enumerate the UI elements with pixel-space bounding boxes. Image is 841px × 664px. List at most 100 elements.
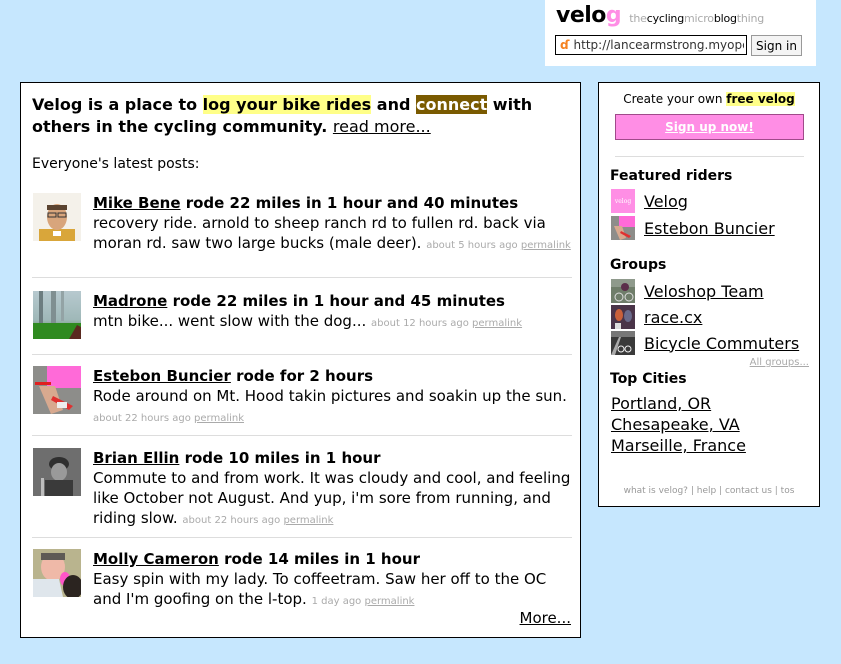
post-time: about 22 hours ago: [182, 515, 281, 526]
post-meta: about 22 hours ago permalink: [93, 413, 244, 424]
footer-link-tos[interactable]: tos: [781, 486, 795, 496]
post-time: 1 day ago: [311, 596, 362, 607]
city-link[interactable]: Portland, OR: [611, 394, 711, 413]
footer-link-what-is-velog[interactable]: what is velog?: [624, 486, 688, 496]
openid-icon: ɗ: [560, 38, 570, 52]
main-panel: Velog is a place to log your bike rides …: [20, 82, 581, 638]
post-user-link[interactable]: Madrone: [93, 292, 167, 310]
logo-main: velo: [556, 3, 606, 28]
intro-part: Velog is a place to: [32, 95, 203, 114]
city-link[interactable]: Chesapeake, VA: [611, 415, 740, 434]
featured-rider-link[interactable]: Estebon Buncier: [644, 219, 775, 238]
post-text: Rode around on Mt. Hood takin pictures a…: [93, 387, 567, 405]
post-body: Mike Bene rode 22 miles in 1 hour and 40…: [93, 193, 573, 256]
post-title: Mike Bene rode 22 miles in 1 hour and 40…: [93, 194, 518, 212]
post-body: Brian Ellin rode 10 miles in 1 hour Comm…: [93, 448, 573, 531]
post-action: rode for 2 hours: [230, 367, 374, 385]
post-action: rode 22 miles in 1 hour and 45 minutes: [167, 292, 505, 310]
tagline-part: the: [629, 12, 647, 25]
group-item[interactable]: race.cx: [611, 305, 702, 329]
post-body: Molly Cameron rode 14 miles in 1 hour Ea…: [93, 549, 573, 612]
post-title: Brian Ellin rode 10 miles in 1 hour: [93, 449, 381, 467]
sign-up-link[interactable]: Sign up now!: [665, 120, 754, 134]
avatar[interactable]: [33, 193, 81, 241]
post-body: Estebon Buncier rode for 2 hours Rode ar…: [93, 366, 573, 429]
post-meta: about 5 hours ago permalink: [426, 240, 571, 251]
rider-thumb: [611, 216, 635, 240]
top-cities-heading: Top Cities: [610, 371, 687, 387]
post-meta: 1 day ago permalink: [312, 596, 415, 607]
permalink[interactable]: permalink: [472, 318, 522, 329]
avatar[interactable]: [33, 366, 81, 414]
post-item: Brian Ellin rode 10 miles in 1 hour Comm…: [32, 448, 572, 538]
group-item[interactable]: Veloshop Team: [611, 279, 764, 303]
featured-riders-heading: Featured riders: [610, 168, 733, 184]
openid-field[interactable]: ɗ: [555, 35, 747, 55]
footer-link-contact[interactable]: contact us: [725, 486, 772, 496]
post-time: about 12 hours ago: [371, 318, 469, 329]
sidebar-footer: what is velog? | help | contact us | tos: [623, 486, 795, 496]
avatar[interactable]: [33, 448, 81, 496]
tagline-part: blog: [713, 12, 737, 25]
intro-highlight-connect: connect: [415, 95, 488, 114]
sign-up-button[interactable]: Sign up now!: [615, 114, 804, 140]
tagline-part: cycling: [646, 12, 684, 25]
intro-part: and: [371, 95, 416, 114]
permalink[interactable]: permalink: [194, 413, 244, 424]
group-link[interactable]: Veloshop Team: [644, 282, 764, 301]
permalink[interactable]: permalink: [283, 515, 333, 526]
create-velog-text: Create your own free velog: [599, 92, 819, 106]
featured-rider-item[interactable]: Estebon Buncier: [611, 216, 775, 240]
all-groups: All groups...: [750, 357, 809, 368]
post-meta: about 22 hours ago permalink: [182, 515, 333, 526]
more-posts-link[interactable]: More...: [520, 609, 572, 627]
post-item: Molly Cameron rode 14 miles in 1 hour Ea…: [32, 549, 572, 615]
post-item: Mike Bene rode 22 miles in 1 hour and 40…: [32, 193, 572, 278]
city-link[interactable]: Marseille, France: [611, 436, 746, 455]
create-text: Create your own: [623, 92, 727, 106]
featured-rider-item[interactable]: velog Velog: [611, 189, 688, 213]
post-user-link[interactable]: Brian Ellin: [93, 449, 179, 467]
thumb-text: velog: [614, 198, 631, 205]
group-link[interactable]: race.cx: [644, 308, 702, 327]
post-user-link[interactable]: Mike Bene: [93, 194, 181, 212]
site-header: velog thecyclingmicroblogthing ɗ Sign in: [545, 0, 816, 66]
group-thumb: [611, 331, 635, 355]
permalink[interactable]: permalink: [364, 596, 414, 607]
read-more-link[interactable]: read more...: [333, 117, 431, 136]
permalink[interactable]: permalink: [521, 240, 571, 251]
post-action: rode 10 miles in 1 hour: [179, 449, 381, 467]
intro-highlight-log: log your bike rides: [202, 95, 372, 114]
tagline-part: thing: [736, 12, 765, 25]
post-title: Molly Cameron rode 14 miles in 1 hour: [93, 550, 420, 568]
sign-in-button[interactable]: Sign in: [751, 35, 802, 56]
post-title: Estebon Buncier rode for 2 hours: [93, 367, 373, 385]
brand: velog thecyclingmicroblogthing: [556, 3, 764, 28]
all-groups-link[interactable]: All groups...: [750, 357, 809, 368]
create-highlight: free velog: [726, 92, 795, 106]
post-item: Madrone rode 22 miles in 1 hour and 45 m…: [32, 291, 572, 355]
post-title: Madrone rode 22 miles in 1 hour and 45 m…: [93, 292, 505, 310]
group-link[interactable]: Bicycle Commuters: [644, 334, 799, 353]
post-body: Madrone rode 22 miles in 1 hour and 45 m…: [93, 291, 573, 334]
post-time: about 22 hours ago: [93, 413, 191, 424]
group-item[interactable]: Bicycle Commuters: [611, 331, 799, 355]
post-meta: about 12 hours ago permalink: [371, 318, 522, 329]
post-text: mtn bike... went slow with the dog...: [93, 312, 372, 330]
post-action: rode 14 miles in 1 hour: [218, 550, 420, 568]
post-action: rode 22 miles in 1 hour and 40 minutes: [180, 194, 519, 212]
sidebar: Create your own free velog Sign up now! …: [598, 82, 820, 507]
tagline: thecyclingmicroblogthing: [629, 12, 764, 25]
featured-rider-link[interactable]: Velog: [644, 192, 688, 211]
post-time: about 5 hours ago: [426, 240, 518, 251]
openid-input[interactable]: [573, 38, 744, 52]
post-user-link[interactable]: Molly Cameron: [93, 550, 219, 568]
logo[interactable]: velog: [556, 3, 622, 28]
intro-text: Velog is a place to log your bike rides …: [32, 94, 572, 138]
avatar[interactable]: [33, 291, 81, 339]
footer-link-help[interactable]: help: [697, 486, 716, 496]
groups-heading: Groups: [610, 257, 667, 273]
post-user-link[interactable]: Estebon Buncier: [93, 367, 231, 385]
post-item: Estebon Buncier rode for 2 hours Rode ar…: [32, 366, 572, 436]
avatar[interactable]: [33, 549, 81, 597]
